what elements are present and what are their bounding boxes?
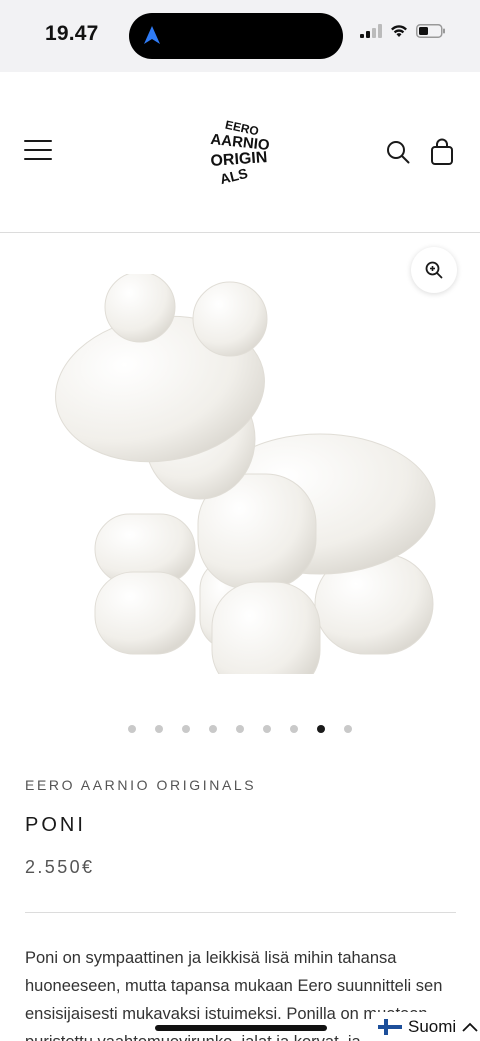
gallery-dot[interactable] xyxy=(344,725,352,733)
gallery-dot[interactable] xyxy=(236,725,244,733)
status-time: 19.47 xyxy=(45,22,99,45)
brand-logo[interactable]: EERO AARNIO ORIGIN ALS xyxy=(198,112,282,196)
product-price: 2.550€ xyxy=(25,857,95,877)
wifi-icon xyxy=(391,25,407,37)
search-icon xyxy=(387,141,410,164)
site-header: EERO AARNIO ORIGIN ALS xyxy=(0,72,480,233)
product-gallery[interactable] xyxy=(0,234,480,714)
gallery-dot[interactable] xyxy=(155,725,163,733)
gallery-dot[interactable] xyxy=(263,725,271,733)
shopping-bag-icon xyxy=(431,138,453,165)
divider xyxy=(25,912,456,913)
dynamic-island xyxy=(129,13,343,59)
gallery-dot[interactable] xyxy=(182,725,190,733)
finland-flag-icon xyxy=(378,1018,402,1035)
status-icons xyxy=(360,24,446,38)
gallery-dot[interactable] xyxy=(209,725,217,733)
navigation-arrow-icon xyxy=(144,26,160,44)
product-vendor[interactable]: EERO AARNIO ORIGINALS xyxy=(25,777,256,793)
status-bar: 19.47 xyxy=(0,0,480,72)
hamburger-icon-line xyxy=(24,149,52,151)
gallery-dot-active[interactable] xyxy=(317,725,325,733)
language-label: Suomi xyxy=(408,1016,457,1036)
chevron-up-icon xyxy=(462,1022,478,1032)
hamburger-icon-line xyxy=(24,140,52,142)
search-button[interactable] xyxy=(386,140,410,169)
product-image xyxy=(55,274,436,674)
gallery-dot[interactable] xyxy=(128,725,136,733)
gallery-dot[interactable] xyxy=(290,725,298,733)
language-selector[interactable]: Suomi xyxy=(374,1012,480,1041)
signal-icon xyxy=(360,24,382,38)
hamburger-icon-line xyxy=(24,158,52,160)
cart-button[interactable] xyxy=(430,138,454,171)
gallery-pagination xyxy=(0,725,480,737)
battery-icon xyxy=(416,24,445,38)
product-title: PONI xyxy=(25,814,86,836)
home-indicator xyxy=(155,1025,327,1031)
menu-button[interactable] xyxy=(24,140,52,162)
